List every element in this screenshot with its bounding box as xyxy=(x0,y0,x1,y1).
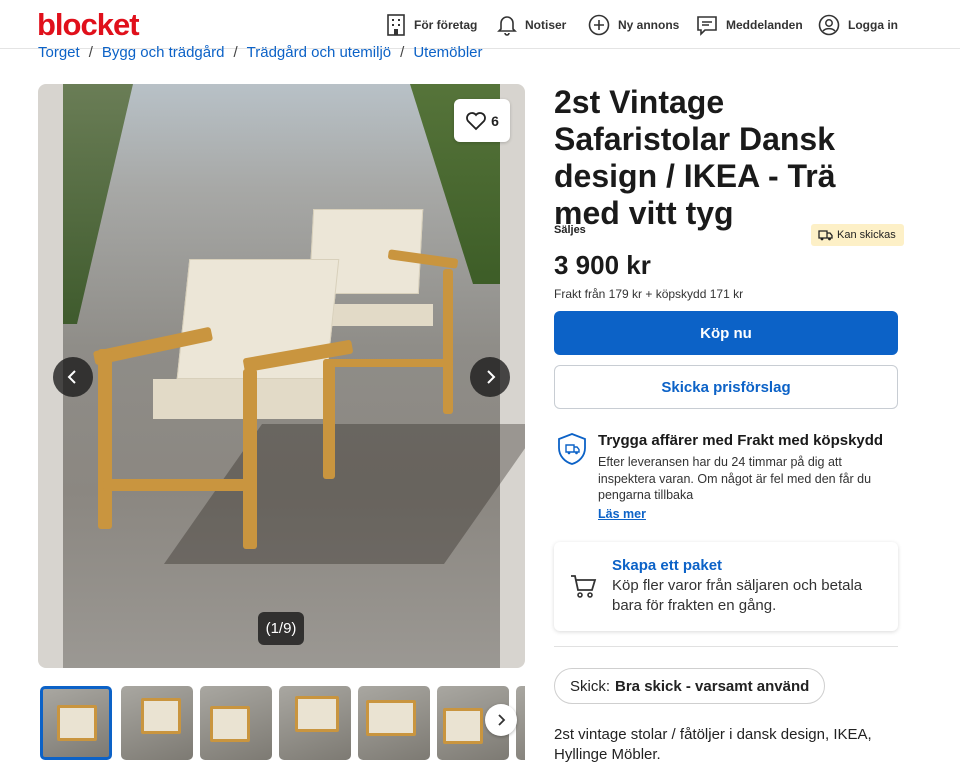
shipping-badge: Kan skickas xyxy=(811,224,904,246)
breadcrumb-bygg[interactable]: Bygg och trädgård xyxy=(102,44,225,61)
breadcrumb-utemobler[interactable]: Utemöbler xyxy=(413,44,482,61)
nav-business[interactable]: För företag xyxy=(386,12,477,38)
listing-description: 2st vintage stolar / fåtöljer i dansk de… xyxy=(554,726,872,763)
breadcrumb-torget[interactable]: Torget xyxy=(38,44,80,61)
nav-login-label: Logga in xyxy=(848,18,898,32)
gallery-next-button[interactable] xyxy=(470,357,510,397)
nav-new-ad[interactable]: Ny annons xyxy=(588,12,679,38)
nav-business-label: För företag xyxy=(414,18,478,32)
divider xyxy=(554,646,898,647)
truck-icon xyxy=(818,230,833,241)
cart-icon xyxy=(571,575,597,598)
thumbnail[interactable] xyxy=(358,686,430,760)
message-icon xyxy=(697,16,717,36)
favorite-count: 6 xyxy=(491,112,499,129)
thumbnail[interactable] xyxy=(121,686,193,760)
gallery-prev-button[interactable] xyxy=(53,357,93,397)
send-offer-button[interactable]: Skicka prisförslag xyxy=(554,365,898,409)
breadcrumb-separator: / xyxy=(88,43,93,61)
listing-photo xyxy=(63,84,525,668)
price: 3 900 kr xyxy=(554,250,651,280)
chevron-left-icon xyxy=(67,370,76,384)
sale-type: Säljes xyxy=(554,224,586,236)
shipping-info: Frakt från 179 kr + köpskydd 171 kr xyxy=(554,287,744,301)
main-image-gallery[interactable]: 6 (1/9) xyxy=(38,84,525,668)
listing-title: 2st Vintage Safaristolar Dansk design / … xyxy=(554,84,836,231)
user-circle-icon xyxy=(818,14,840,36)
condition-label: Skick: xyxy=(570,677,611,695)
nav-login[interactable]: Logga in xyxy=(818,12,898,38)
bell-icon xyxy=(497,16,517,36)
create-package-card[interactable]: Skapa ett paket Köp fler varor från sälj… xyxy=(554,542,898,631)
favorite-button[interactable]: 6 xyxy=(454,99,510,142)
shield-icon xyxy=(558,433,586,465)
nav-messages-label: Meddelanden xyxy=(726,18,803,32)
nav-new-ad-label: Ny annons xyxy=(618,18,680,32)
buy-now-button[interactable]: Köp nu xyxy=(554,311,898,355)
nav-notices-label: Notiser xyxy=(525,18,567,32)
thumbnail[interactable] xyxy=(40,686,112,760)
thumbnail-strip xyxy=(38,686,525,760)
thumbnail[interactable] xyxy=(200,686,272,760)
breadcrumb-separator: / xyxy=(233,43,238,61)
heart-icon xyxy=(466,111,486,130)
breadcrumb-tradgard[interactable]: Trädgård och utemiljö xyxy=(247,44,392,61)
safe-trade-text: Efter leveransen har du 24 timmar på dig… xyxy=(598,455,872,502)
package-text: Köp fler varor från säljaren och betala … xyxy=(612,577,863,614)
condition-pill: Skick: Bra skick - varsamt använd xyxy=(554,668,826,704)
nav-notices[interactable]: Notiser xyxy=(497,12,566,38)
package-title: Skapa ett paket xyxy=(612,557,723,574)
nav-messages[interactable]: Meddelanden xyxy=(696,12,803,38)
building-icon xyxy=(387,14,405,36)
shipping-badge-label: Kan skickas xyxy=(837,229,896,241)
read-more-link[interactable]: Läs mer xyxy=(598,507,646,521)
image-counter: (1/9) xyxy=(258,612,304,645)
plus-circle-icon xyxy=(588,14,610,36)
breadcrumb-separator: / xyxy=(400,43,405,61)
blocket-logo[interactable]: blocket xyxy=(37,8,140,42)
condition-value: Bra skick - varsamt använd xyxy=(615,677,810,695)
breadcrumb: Torget / Bygg och trädgård / Trädgård oc… xyxy=(38,42,483,62)
chevron-right-icon xyxy=(498,714,506,726)
chair-front xyxy=(92,259,354,549)
thumbnail[interactable] xyxy=(279,686,351,760)
thumbnail[interactable] xyxy=(516,686,525,760)
safe-trade-title: Trygga affärer med Frakt med köpskydd xyxy=(598,432,884,449)
thumbnail-next-button[interactable] xyxy=(485,704,517,736)
chevron-right-icon xyxy=(487,370,496,384)
